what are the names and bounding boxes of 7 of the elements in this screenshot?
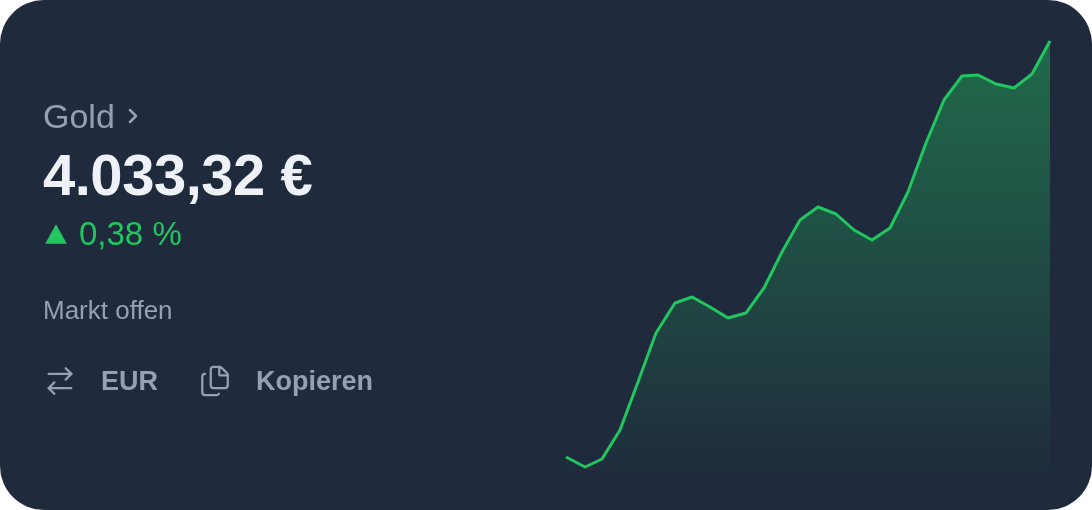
price: 4.033,32 € (43, 142, 313, 208)
copy-button[interactable]: Kopieren (198, 364, 374, 398)
market-status: Markt offen (43, 294, 173, 326)
copy-icon (198, 364, 232, 398)
currency-button[interactable]: EUR (43, 364, 158, 398)
asset-link[interactable]: Gold (43, 96, 145, 136)
change-percent: 0,38 % (79, 214, 182, 254)
